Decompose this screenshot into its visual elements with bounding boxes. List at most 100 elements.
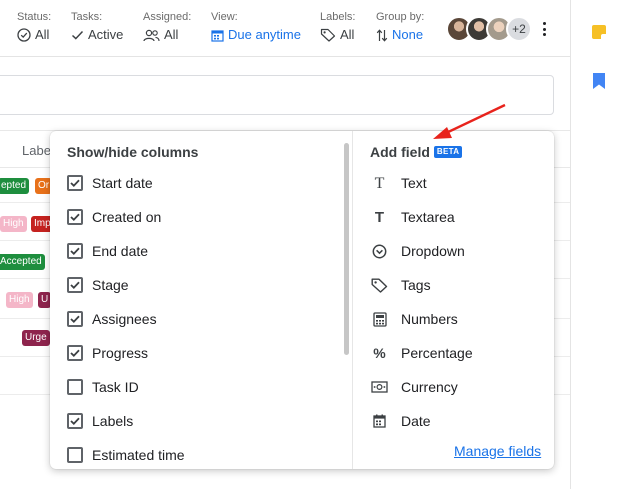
checkmark-icon xyxy=(70,315,80,323)
columns-popup: Show/hide columns Start date Created on En… xyxy=(50,131,554,469)
bookmark-icon[interactable] xyxy=(593,73,605,89)
tasks-filter[interactable]: Tasks: Active xyxy=(71,11,123,44)
field-type-label: Numbers xyxy=(401,311,458,327)
filter-toolbar: Status: All Tasks: Active Assigned: All … xyxy=(0,0,570,57)
field-type-date[interactable]: Date xyxy=(371,409,431,433)
calendar-icon xyxy=(211,29,224,42)
column-option-label: End date xyxy=(92,243,149,259)
textarea-icon: T xyxy=(374,208,385,226)
beta-badge: BETA xyxy=(433,146,463,158)
add-field-title: Add field BETA xyxy=(370,144,463,160)
column-option[interactable]: Start date xyxy=(67,171,153,195)
labels-filter[interactable]: Labels: All xyxy=(320,11,355,44)
assigned-filter[interactable]: Assigned: All xyxy=(143,11,191,44)
field-type-label: Text xyxy=(401,175,427,191)
field-type-tags[interactable]: Tags xyxy=(371,273,431,297)
column-option-label: Created on xyxy=(92,209,162,225)
column-option[interactable]: Estimated time xyxy=(67,443,185,467)
text-icon: T xyxy=(374,174,385,192)
checkbox-checked[interactable] xyxy=(67,311,83,327)
field-type-numbers[interactable]: Numbers xyxy=(371,307,458,331)
label-icon xyxy=(320,28,336,42)
percentage-icon: % xyxy=(373,344,386,361)
groupby-filter-label: Group by: xyxy=(376,11,425,23)
checkbox-checked[interactable] xyxy=(67,243,83,259)
field-type-label: Textarea xyxy=(401,209,455,225)
column-option-label: Estimated time xyxy=(92,447,185,463)
groupby-filter[interactable]: Group by: None xyxy=(376,11,424,44)
tasks-filter-label: Tasks: xyxy=(71,11,103,23)
column-option-label: Progress xyxy=(92,345,149,361)
checkbox-checked[interactable] xyxy=(67,175,83,191)
field-type-label: Dropdown xyxy=(401,243,465,259)
status-filter-label: Status: xyxy=(17,11,52,23)
view-filter[interactable]: View: Due anytime xyxy=(211,11,301,44)
column-option-label: Task ID xyxy=(92,379,139,395)
checkbox-unchecked[interactable] xyxy=(67,447,83,463)
field-type-dropdown[interactable]: Dropdown xyxy=(371,239,465,263)
field-type-textarea[interactable]: T Textarea xyxy=(371,205,455,229)
app-root: Status: All Tasks: Active Assigned: All … xyxy=(0,0,622,489)
column-option[interactable]: Labels xyxy=(67,409,133,433)
tag-high: High xyxy=(6,292,33,308)
column-option[interactable]: Assignees xyxy=(67,307,157,331)
labels-column-header[interactable]: Labe xyxy=(22,143,51,158)
column-option-label: Stage xyxy=(92,277,129,293)
checkbox-checked[interactable] xyxy=(67,209,83,225)
board-search-bar[interactable] xyxy=(0,75,554,115)
labels-filter-value: All xyxy=(340,27,355,42)
check-circle-icon xyxy=(17,28,31,42)
field-type-percentage[interactable]: % Percentage xyxy=(371,341,473,365)
side-panel xyxy=(570,0,622,489)
assignee-avatars[interactable]: +2 xyxy=(446,16,532,42)
status-filter[interactable]: Status: All xyxy=(17,11,51,44)
checkmark-icon xyxy=(70,179,80,187)
column-option-label: Labels xyxy=(92,413,134,429)
show-hide-columns-panel: Show/hide columns Start date Created on En… xyxy=(50,131,352,469)
tag-urgent: Urge xyxy=(22,330,50,346)
column-option[interactable]: Progress xyxy=(67,341,148,365)
add-field-label: Add field xyxy=(370,144,430,160)
manage-fields-link[interactable]: Manage fields xyxy=(454,443,541,459)
check-icon xyxy=(71,30,84,40)
checkmark-icon xyxy=(70,247,80,255)
numbers-icon xyxy=(371,311,388,328)
tags-icon xyxy=(371,277,388,294)
checkbox-checked[interactable] xyxy=(67,413,83,429)
status-filter-value: All xyxy=(35,27,50,42)
field-type-currency[interactable]: Currency xyxy=(371,375,458,399)
field-type-text[interactable]: T Text xyxy=(371,171,427,195)
view-filter-value: Due anytime xyxy=(228,27,301,42)
field-type-label: Date xyxy=(401,413,431,429)
field-type-label: Currency xyxy=(401,379,458,395)
field-type-label: Tags xyxy=(401,277,431,293)
labels-filter-label: Labels: xyxy=(320,11,356,23)
column-option[interactable]: End date xyxy=(67,239,148,263)
assigned-filter-value: All xyxy=(164,27,179,42)
more-options-icon[interactable] xyxy=(536,20,552,38)
checkmark-icon xyxy=(70,417,80,425)
tag-accepted: Accepted xyxy=(0,254,45,270)
keep-notes-icon[interactable] xyxy=(592,25,606,39)
checkbox-checked[interactable] xyxy=(67,345,83,361)
checkbox-unchecked[interactable] xyxy=(67,379,83,395)
view-filter-label: View: xyxy=(211,11,238,23)
assigned-filter-label: Assigned: xyxy=(143,11,192,23)
groupby-filter-value: None xyxy=(392,27,424,42)
field-type-label: Percentage xyxy=(401,345,473,361)
column-option[interactable]: Created on xyxy=(67,205,161,229)
tag-high: High xyxy=(0,216,27,232)
checkmark-icon xyxy=(70,281,80,289)
checkbox-checked[interactable] xyxy=(67,277,83,293)
checkmark-icon xyxy=(70,213,80,221)
more-assignees-badge[interactable]: +2 xyxy=(506,16,532,42)
currency-icon xyxy=(371,379,388,396)
column-option[interactable]: Stage xyxy=(67,273,129,297)
column-option[interactable]: Task ID xyxy=(67,375,139,399)
people-icon xyxy=(143,29,160,41)
dropdown-icon xyxy=(371,243,388,260)
scrollbar-thumb[interactable] xyxy=(344,143,349,355)
sort-icon xyxy=(376,28,388,42)
column-option-label: Assignees xyxy=(92,311,157,327)
add-field-panel: Add field BETA T Text T Textarea Dropdow… xyxy=(352,131,554,469)
